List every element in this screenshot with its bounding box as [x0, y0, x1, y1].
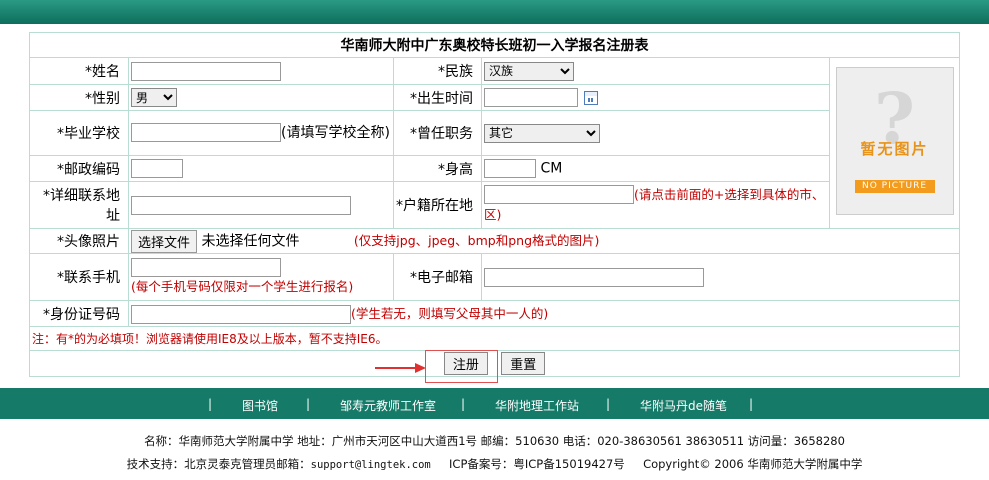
- required-note: 注：有*的为必填项！浏览器请使用IE8及以上版本，暂不支持IE6。: [28, 326, 961, 351]
- nav-separator: |: [606, 397, 611, 411]
- photo-preview-cell: ? 暂无图片 NO PICTURE: [828, 57, 961, 229]
- no-photo-text: 暂无图片: [860, 140, 929, 158]
- school-label: *毕业学校: [29, 110, 129, 156]
- id-number-input[interactable]: [131, 304, 351, 324]
- school-input[interactable]: [131, 122, 281, 142]
- birth-date-input[interactable]: [484, 88, 578, 107]
- photo-label: *头像照片: [29, 228, 129, 254]
- address-label: *详细联系地址: [29, 181, 129, 229]
- submit-highlight-box: [425, 350, 498, 383]
- nav-separator: |: [208, 397, 213, 411]
- footer-email-link[interactable]: support@lingtek.com: [311, 459, 431, 471]
- name-input[interactable]: [131, 61, 281, 81]
- nav-link-essays[interactable]: 华附马丹de随笔: [640, 397, 727, 414]
- height-label: *身高: [393, 155, 482, 182]
- calendar-icon[interactable]: [584, 90, 599, 105]
- footer-support: 技术支持：北京灵泰克管理员邮箱：support@lingtek.com ICP备…: [0, 456, 989, 472]
- mobile-label: *联系手机: [29, 253, 129, 301]
- gender-label: *性别: [29, 84, 129, 111]
- footer-icp: ICP备案号：粤ICP备15019427号: [449, 457, 625, 471]
- nav-separator: |: [306, 397, 311, 411]
- school-hint: (请填写学校全称): [281, 124, 390, 141]
- ethnicity-label: *民族: [393, 57, 482, 85]
- arrow-right-icon: [375, 363, 426, 373]
- position-select[interactable]: 其它: [484, 123, 600, 143]
- hukou-label: *户籍所在地: [393, 181, 482, 229]
- choose-file-button[interactable]: 选择文件: [131, 229, 198, 253]
- hukou-input[interactable]: [484, 185, 634, 204]
- photo-format-hint: (仅支持jpg、jpeg、bmp和png格式的图片): [353, 233, 600, 248]
- footer-copyright: Copyright© 2006 华南师范大学附属中学: [643, 457, 863, 471]
- nav-link-geography-station[interactable]: 华附地理工作站: [495, 397, 579, 414]
- photo-placeholder: ? 暂无图片 NO PICTURE: [835, 67, 954, 215]
- email-label: *电子邮箱: [393, 253, 482, 301]
- no-picture-badge: NO PICTURE: [854, 180, 935, 193]
- reset-button[interactable]: 重置: [501, 352, 546, 375]
- gender-select[interactable]: 男: [131, 88, 177, 107]
- address-input[interactable]: [131, 195, 351, 215]
- birth-label: *出生时间: [393, 84, 482, 111]
- mobile-hint: (每个手机号码仅限对一个学生进行报名): [131, 279, 354, 294]
- footer-info: 名称：华南师范大学附属中学 地址：广州市天河区中山大道西1号 邮编：510630…: [144, 434, 845, 448]
- top-banner: [0, 0, 989, 24]
- height-input[interactable]: [484, 159, 536, 178]
- form-title: 华南师大附中广东奥校特长班初一入学报名注册表: [28, 32, 961, 58]
- email-input[interactable]: [484, 267, 704, 287]
- bottom-nav: | 图书馆 | 邹寿元教师工作室 | 华附地理工作站 | 华附马丹de随笔 |: [0, 388, 989, 419]
- nav-link-library[interactable]: 图书馆: [242, 397, 278, 414]
- position-label: *曾任职务: [393, 110, 482, 156]
- postcode-label: *邮政编码: [29, 155, 129, 182]
- nav-link-teacher-studio[interactable]: 邹寿元教师工作室: [340, 397, 436, 414]
- nav-separator: |: [461, 397, 466, 411]
- ethnicity-select[interactable]: 汉族: [484, 61, 574, 81]
- registration-form: 华南师大附中广东奥校特长班初一入学报名注册表 *姓名 *民族 汉族 ? 暂无图片…: [28, 32, 961, 377]
- id-label: *身份证号码: [29, 300, 129, 327]
- height-unit: CM: [540, 160, 563, 177]
- id-hint: (学生若无，则填写父母其中一人的): [351, 306, 549, 322]
- postcode-input[interactable]: [131, 159, 183, 178]
- nav-separator: |: [749, 397, 754, 411]
- file-status-text: 未选择任何文件: [201, 233, 300, 249]
- name-label: *姓名: [29, 57, 129, 85]
- footer-support-label: 技术支持：北京灵泰克管理员邮箱：: [126, 457, 311, 471]
- mobile-input[interactable]: [131, 257, 281, 277]
